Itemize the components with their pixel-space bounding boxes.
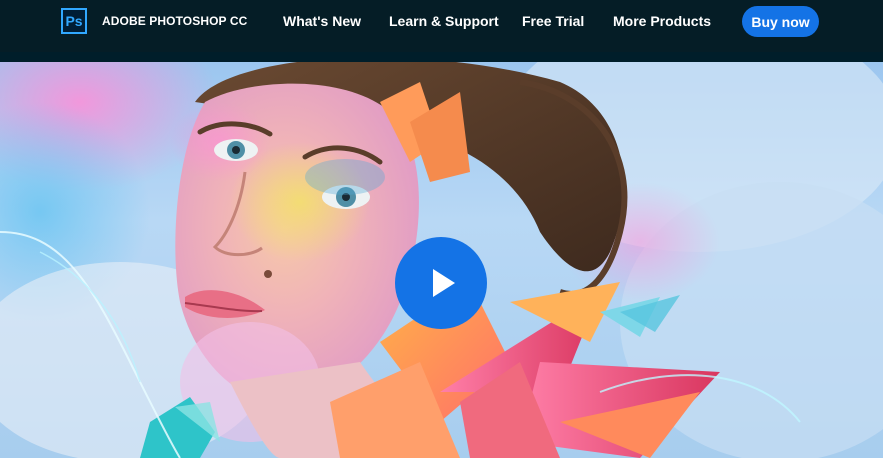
photoshop-logo-icon[interactable]: Ps (61, 8, 87, 34)
nav-more-products[interactable]: More Products (613, 13, 711, 29)
nav-free-trial[interactable]: Free Trial (522, 13, 584, 29)
buy-now-button[interactable]: Buy now (742, 6, 819, 37)
play-icon (433, 269, 455, 297)
nav-whats-new[interactable]: What's New (283, 13, 361, 29)
hero-video[interactable] (0, 62, 883, 458)
page: Ps ADOBE PHOTOSHOP CC What's New Learn &… (0, 0, 883, 458)
play-button[interactable] (395, 237, 487, 329)
nav-learn-support[interactable]: Learn & Support (389, 13, 499, 29)
brand-name[interactable]: ADOBE PHOTOSHOP CC (102, 14, 247, 28)
top-navbar: Ps ADOBE PHOTOSHOP CC What's New Learn &… (0, 0, 883, 52)
